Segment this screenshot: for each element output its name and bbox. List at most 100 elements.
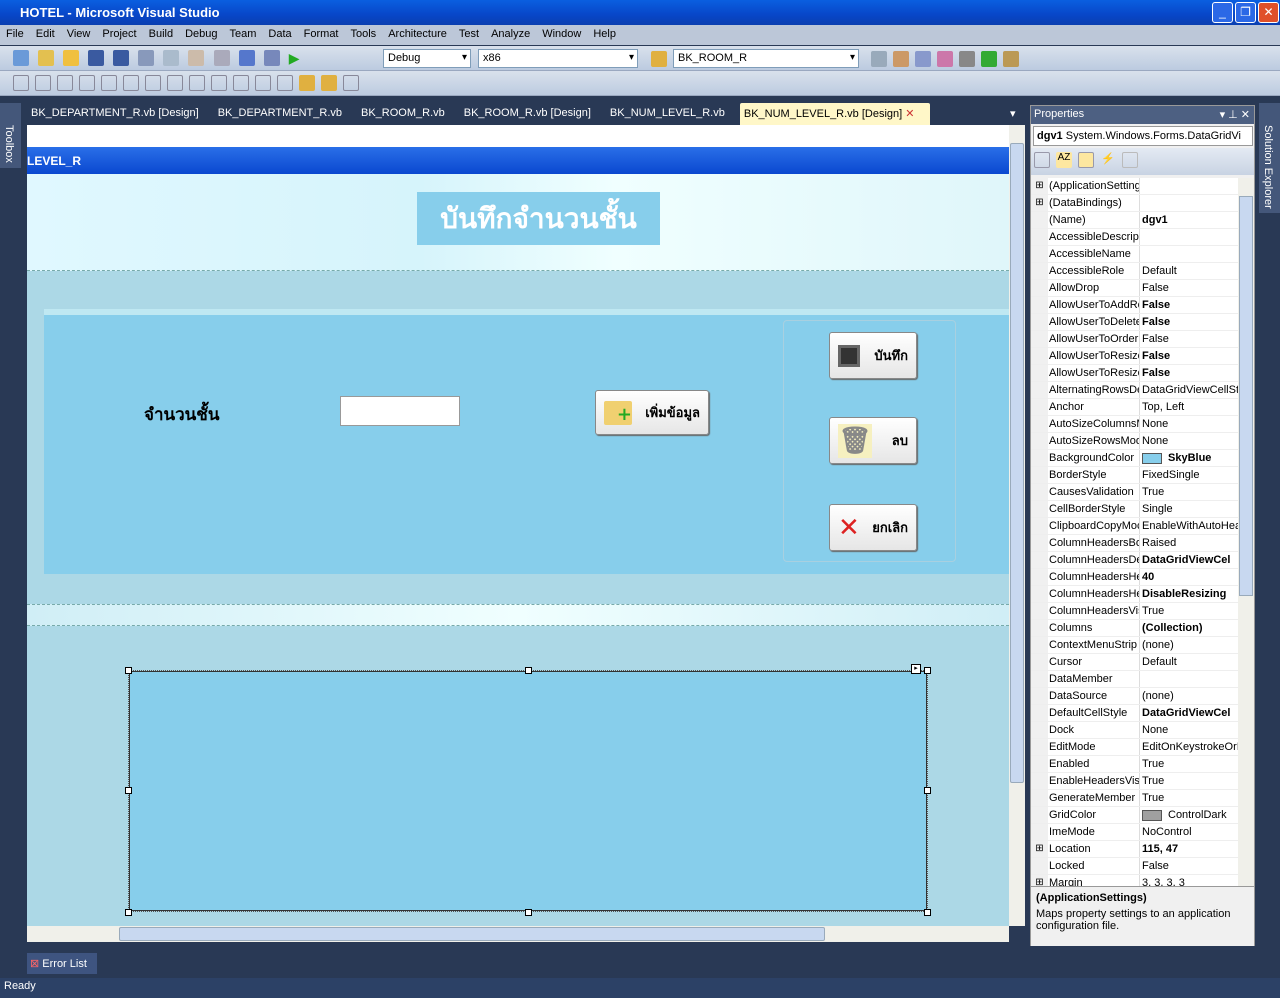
align-lefts-icon[interactable] [35, 75, 51, 91]
menu-data[interactable]: Data [268, 28, 291, 45]
property-value[interactable]: True [1140, 603, 1238, 619]
new-project-icon[interactable] [13, 50, 29, 66]
bring-front-icon[interactable] [299, 75, 315, 91]
property-value[interactable]: False [1140, 858, 1238, 874]
property-row[interactable]: ClipboardCopyMoc EnableWithAutoHea [1031, 518, 1238, 535]
property-row[interactable]: AlternatingRowsDe DataGridViewCellSty [1031, 382, 1238, 399]
menu-architecture[interactable]: Architecture [388, 28, 447, 45]
menu-analyze[interactable]: Analyze [491, 28, 530, 45]
smart-tag-icon[interactable]: ▸ [911, 664, 921, 674]
property-row[interactable]: (Name) dgv1 [1031, 212, 1238, 229]
property-value[interactable]: False [1140, 297, 1238, 313]
property-row[interactable]: AutoSizeRowsMod None [1031, 433, 1238, 450]
property-row[interactable]: ImeMode NoControl [1031, 824, 1238, 841]
property-row[interactable]: AllowUserToResize False [1031, 365, 1238, 382]
property-value[interactable] [1140, 671, 1238, 687]
expand-icon[interactable]: ⊞ [1031, 195, 1048, 211]
properties-view-icon[interactable] [1078, 152, 1094, 168]
resize-handle[interactable] [125, 667, 132, 674]
menu-build[interactable]: Build [149, 28, 173, 45]
send-back-icon[interactable] [321, 75, 337, 91]
align-middles-icon[interactable] [123, 75, 139, 91]
expand-icon[interactable]: ⊞ [1031, 875, 1048, 886]
align-centers-icon[interactable] [57, 75, 73, 91]
categorized-icon[interactable] [1034, 152, 1050, 168]
property-row[interactable]: ContextMenuStrip (none) [1031, 637, 1238, 654]
property-row[interactable]: AllowDrop False [1031, 280, 1238, 297]
property-value[interactable]: dgv1 [1140, 212, 1238, 228]
property-value[interactable]: True [1140, 773, 1238, 789]
expand-icon[interactable]: ⊞ [1031, 841, 1048, 857]
solution-explorer-icon[interactable] [871, 51, 887, 67]
property-row[interactable]: ⊞ Location 115, 47 [1031, 841, 1238, 858]
property-value[interactable] [1140, 229, 1238, 245]
cut-icon[interactable] [138, 50, 155, 66]
minimize-button[interactable]: _ [1212, 2, 1233, 23]
property-row[interactable]: EditMode EditOnKeystrokeOrI [1031, 739, 1238, 756]
property-row[interactable]: CellBorderStyle Single [1031, 501, 1238, 518]
vspacing-icon[interactable] [277, 75, 293, 91]
property-value[interactable]: EnableWithAutoHea [1140, 518, 1238, 534]
property-value[interactable]: (Collection) [1140, 620, 1238, 636]
menu-window[interactable]: Window [542, 28, 581, 45]
property-value[interactable]: True [1140, 484, 1238, 500]
level-count-input[interactable] [340, 396, 460, 426]
find-icon[interactable] [651, 51, 667, 67]
property-value[interactable] [1140, 178, 1238, 194]
property-value[interactable]: 3, 3, 3, 3 [1140, 875, 1238, 886]
property-row[interactable]: BackgroundColor SkyBlue [1031, 450, 1238, 467]
events-icon[interactable]: ⚡ [1100, 152, 1116, 168]
property-value[interactable]: SkyBlue [1140, 450, 1238, 466]
property-value[interactable]: DataGridViewCellSty [1140, 382, 1238, 398]
property-value[interactable]: False [1140, 314, 1238, 330]
start-debug-icon[interactable]: ▶ [289, 50, 305, 66]
menu-debug[interactable]: Debug [185, 28, 217, 45]
property-value[interactable]: None [1140, 416, 1238, 432]
property-row[interactable]: AutoSizeColumnsM None [1031, 416, 1238, 433]
property-row[interactable]: AllowUserToResize False [1031, 348, 1238, 365]
property-value[interactable]: 40 [1140, 569, 1238, 585]
tab-document[interactable]: BK_NUM_LEVEL_R.vb [606, 103, 740, 125]
property-row[interactable]: ColumnHeadersDe DataGridViewCel [1031, 552, 1238, 569]
paste-icon[interactable] [188, 50, 205, 66]
property-value[interactable]: DataGridViewCel [1140, 552, 1238, 568]
property-value[interactable]: Default [1140, 654, 1238, 670]
property-row[interactable]: ⊞ (ApplicationSetting [1031, 178, 1238, 195]
property-value[interactable]: Single [1140, 501, 1238, 517]
error-list-tab[interactable]: ⊠ Error List [27, 953, 97, 974]
menu-edit[interactable]: Edit [36, 28, 55, 45]
property-value[interactable]: True [1140, 790, 1238, 806]
property-row[interactable]: AllowUserToDelete False [1031, 314, 1238, 331]
hspacing-icon[interactable] [255, 75, 271, 91]
property-row[interactable]: ColumnHeadersVis True [1031, 603, 1238, 620]
property-value[interactable]: True [1140, 756, 1238, 772]
property-value[interactable]: ControlDark [1140, 807, 1238, 823]
menu-team[interactable]: Team [230, 28, 257, 45]
property-row[interactable]: ColumnHeadersBoi Raised [1031, 535, 1238, 552]
config-select[interactable]: Debug [383, 49, 471, 68]
resize-handle[interactable] [924, 909, 931, 916]
align-rights-icon[interactable] [79, 75, 95, 91]
property-value[interactable]: DataGridViewCel [1140, 705, 1238, 721]
properties-icon[interactable] [893, 51, 909, 67]
panel-controls-icon[interactable]: ▾ ⊥ ✕ [1220, 108, 1250, 121]
navigate-icon[interactable] [263, 50, 280, 66]
property-value[interactable]: Raised [1140, 535, 1238, 551]
property-row[interactable]: CausesValidation True [1031, 484, 1238, 501]
align-tops-icon[interactable] [101, 75, 117, 91]
property-row[interactable]: Enabled True [1031, 756, 1238, 773]
property-value[interactable]: 115, 47 [1140, 841, 1238, 857]
property-value[interactable]: None [1140, 722, 1238, 738]
menu-help[interactable]: Help [593, 28, 616, 45]
menu-view[interactable]: View [67, 28, 91, 45]
property-value[interactable]: (none) [1140, 637, 1238, 653]
tab-list-icon[interactable]: ▾ [1010, 107, 1016, 120]
same-width-icon[interactable] [167, 75, 183, 91]
resize-handle[interactable] [525, 909, 532, 916]
form-title-bar[interactable]: LEVEL_R [27, 147, 1009, 174]
property-row[interactable]: ⊞ (DataBindings) [1031, 195, 1238, 212]
property-row[interactable]: ColumnHeadersHe DisableResizing [1031, 586, 1238, 603]
save-icon[interactable] [88, 50, 105, 66]
property-scrollbar[interactable] [1238, 178, 1254, 886]
solution-explorer-strip[interactable]: Solution Explorer [1259, 103, 1280, 213]
